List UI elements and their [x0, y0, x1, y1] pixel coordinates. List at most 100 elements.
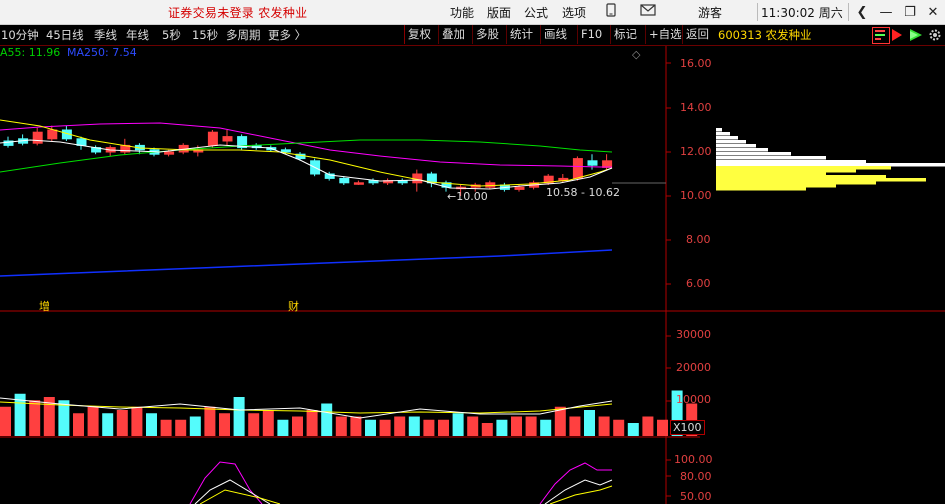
volume-bar	[116, 410, 128, 436]
volume-bar	[394, 416, 406, 436]
chip-bar	[716, 148, 768, 152]
chip-bar	[716, 172, 826, 176]
candle-body	[339, 177, 350, 184]
candle-body	[76, 138, 87, 146]
candle-body	[587, 160, 598, 166]
volume-tick: 20000	[676, 361, 711, 374]
price-tick: 6.00	[686, 277, 711, 290]
kdj-line-d2	[549, 485, 613, 504]
volume-bar	[584, 410, 595, 436]
kdj-line-j	[189, 461, 263, 504]
volume-bar	[29, 400, 41, 436]
chip-bar	[716, 128, 722, 132]
volume-bar	[350, 416, 362, 436]
volume-bar	[277, 419, 289, 436]
volume-bar	[219, 413, 230, 436]
candle-body	[514, 186, 525, 190]
volume-bar	[423, 419, 435, 436]
volume-bar	[598, 416, 610, 436]
chip-bar	[716, 152, 791, 156]
event-marker-cai[interactable]: 财	[288, 298, 299, 314]
chip-bar	[716, 181, 876, 185]
chip-bar	[716, 136, 738, 140]
candle-body	[164, 151, 175, 155]
kline-chart[interactable]	[0, 0, 945, 504]
candle-body	[602, 160, 613, 168]
expand-diamond-icon[interactable]: ◇	[632, 48, 640, 61]
chip-bar	[716, 156, 826, 160]
candle-body	[222, 136, 233, 142]
low-price-annotation: ←10.00	[447, 190, 488, 203]
volume-tick: 10000	[676, 393, 711, 406]
volume-bar	[146, 413, 157, 436]
volume-bar	[0, 406, 11, 436]
volume-bar	[204, 406, 216, 436]
kdj-tick: 100.00	[674, 453, 713, 466]
volume-bar	[248, 413, 260, 436]
chip-bar	[716, 160, 866, 164]
volume-bar	[306, 410, 318, 436]
chip-bar	[716, 178, 926, 182]
volume-bar	[262, 410, 274, 436]
volume-bar	[657, 419, 668, 436]
event-marker-zeng[interactable]: 增	[39, 298, 50, 314]
volume-bar	[189, 416, 201, 436]
volume-bar	[627, 423, 639, 436]
price-range-annotation: 10.58 - 10.62	[546, 186, 620, 199]
volume-bar	[321, 403, 333, 436]
chip-bar	[716, 169, 856, 173]
chip-bar	[716, 184, 836, 188]
volume-bar	[569, 416, 581, 436]
volume-bar	[73, 413, 84, 436]
volume-bar	[335, 416, 347, 436]
price-tick: 8.00	[686, 233, 711, 246]
volume-bar	[467, 416, 479, 436]
volume-bar	[160, 419, 172, 436]
ma-line-white	[0, 139, 613, 190]
candle-body	[32, 131, 43, 144]
candle-body	[280, 149, 291, 153]
price-tick: 10.00	[680, 189, 712, 202]
chip-bar	[716, 144, 756, 148]
volume-bar	[365, 419, 376, 436]
kdj-line-d	[199, 489, 281, 504]
volume-bar	[613, 419, 625, 436]
price-tick: 16.00	[680, 57, 712, 70]
volume-tick: 30000	[676, 328, 711, 341]
volume-bar	[525, 416, 537, 436]
kdj-tick: 80.00	[680, 470, 712, 483]
volume-bar	[511, 416, 522, 436]
volume-bar	[540, 419, 552, 436]
kdj-tick: 50.00	[680, 490, 712, 503]
volume-bar	[379, 419, 391, 436]
volume-bar	[87, 406, 99, 436]
low-price-value: 10.00	[456, 190, 488, 203]
volume-bar	[292, 416, 303, 436]
volume-bar	[481, 423, 493, 436]
price-tick: 12.00	[680, 145, 712, 158]
volume-bar	[131, 406, 143, 436]
chip-bar	[716, 175, 886, 179]
chip-bar	[716, 140, 746, 144]
candle-body	[207, 131, 218, 146]
ma-line-blue	[0, 249, 613, 277]
volume-bar	[408, 416, 420, 436]
volume-bar	[102, 413, 114, 436]
volume-bar	[175, 419, 187, 436]
chip-bar	[716, 187, 806, 191]
kdj-line-j2	[539, 462, 612, 504]
volume-bar	[496, 419, 508, 436]
volume-unit: X100	[670, 420, 705, 435]
volume-bar	[438, 419, 449, 436]
candle-body	[353, 182, 364, 185]
chip-bar	[716, 163, 945, 167]
volume-bar	[233, 397, 245, 436]
ma-line-yellow	[0, 119, 613, 187]
chip-bar	[716, 166, 891, 170]
candle-body	[572, 158, 583, 179]
chip-bar	[716, 132, 730, 136]
price-tick: 14.00	[680, 101, 712, 114]
candle-body	[47, 129, 58, 140]
volume-bar	[642, 416, 654, 436]
volume-bar	[452, 413, 464, 436]
